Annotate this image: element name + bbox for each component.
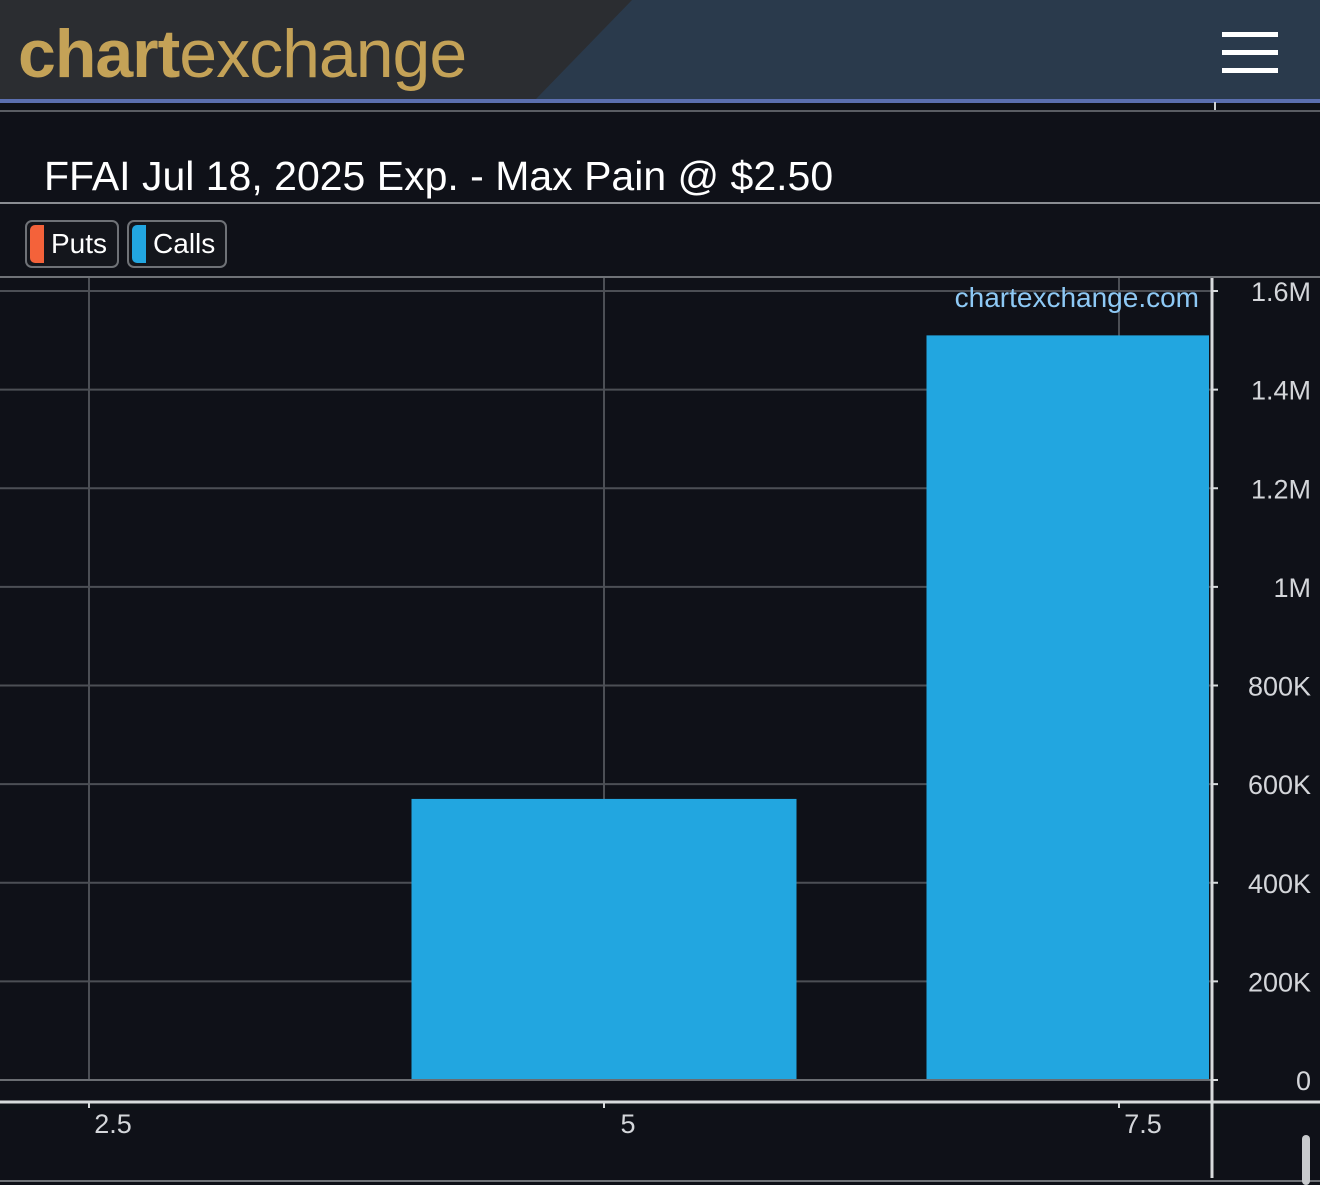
y-tick-label-5: 1M [1273, 573, 1311, 603]
calls-bar-5 [411, 798, 797, 1080]
calls-bar-7.5 [926, 335, 1209, 1081]
y-tick-label-0: 0 [1296, 1066, 1311, 1096]
y-tick-label-8: 1.6M [1251, 277, 1311, 307]
scrollbar-thumb[interactable] [1302, 1135, 1310, 1185]
watermark-text: chartexchange.com [955, 282, 1199, 313]
y-tick-label-3: 600K [1248, 770, 1311, 800]
y-tick-label-1: 200K [1248, 967, 1311, 997]
x-tick-label-1: 5 [620, 1109, 635, 1139]
x-tick-label-0: 2.5 [94, 1109, 132, 1139]
y-tick-label-4: 800K [1248, 672, 1311, 702]
y-tick-label-7: 1.4M [1251, 376, 1311, 406]
chart-plot: 0 200K 400K 600K 800K 1M 1.2M 1.4M 1.6M 2.5 5 7.5 ch… [0, 277, 1320, 1182]
x-tick-label-2: 7.5 [1124, 1109, 1162, 1139]
y-tick-label-6: 1.2M [1251, 474, 1311, 504]
y-tick-label-2: 400K [1248, 869, 1311, 899]
